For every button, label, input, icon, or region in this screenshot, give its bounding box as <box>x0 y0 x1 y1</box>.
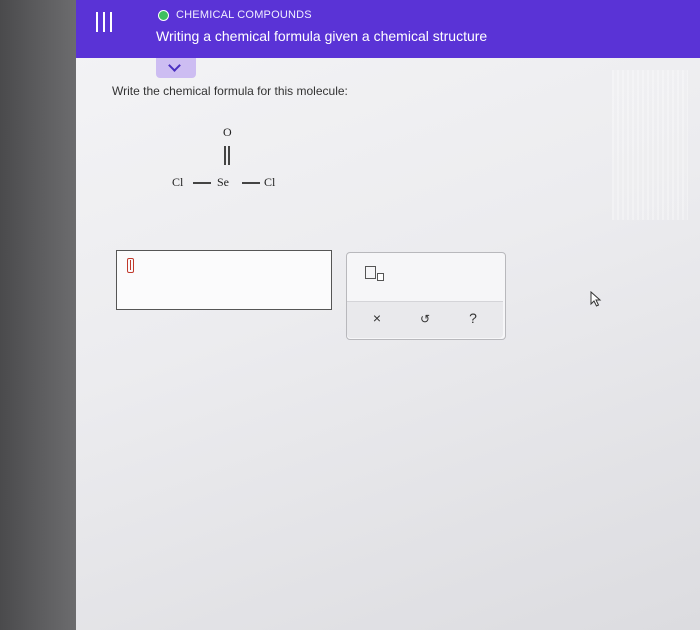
screen-bezel <box>0 0 76 630</box>
help-button[interactable]: ? <box>463 310 483 326</box>
collapse-toggle-button[interactable] <box>156 58 196 78</box>
mouse-pointer-icon <box>590 291 602 307</box>
topic-label: CHEMICAL COMPOUNDS <box>176 9 312 21</box>
menu-icon[interactable] <box>92 12 116 34</box>
single-bond-right <box>242 182 260 184</box>
chevron-down-icon <box>168 59 181 72</box>
subscript-icon-small <box>377 273 384 281</box>
question-prompt: Write the chemical formula for this mole… <box>112 84 348 98</box>
double-bond <box>224 146 231 165</box>
single-bond-left <box>193 182 211 184</box>
screen-glare <box>612 70 688 220</box>
top-header-bar: CHEMICAL COMPOUNDS Writing a chemical fo… <box>76 0 700 58</box>
subscript-icon <box>365 266 376 279</box>
page-title: Writing a chemical formula given a chemi… <box>156 28 488 44</box>
atom-chlorine-right: Cl <box>264 175 276 189</box>
formula-tool-panel: × ↺ ? <box>346 252 506 340</box>
atom-oxygen: O <box>223 125 232 139</box>
molecule-structure: O Cl Se Cl <box>160 118 300 198</box>
atom-chlorine-left: Cl <box>172 175 184 189</box>
topic-row: CHEMICAL COMPOUNDS <box>158 9 312 21</box>
text-cursor-icon <box>127 258 134 273</box>
status-dot-icon <box>158 9 169 21</box>
atom-selenium: Se <box>217 175 229 189</box>
formula-answer-input[interactable] <box>116 250 332 310</box>
subscript-button[interactable] <box>365 266 387 284</box>
clear-button[interactable]: × <box>367 310 387 326</box>
undo-button[interactable]: ↺ <box>415 312 435 326</box>
tool-button-row: × ↺ ? <box>347 301 503 338</box>
